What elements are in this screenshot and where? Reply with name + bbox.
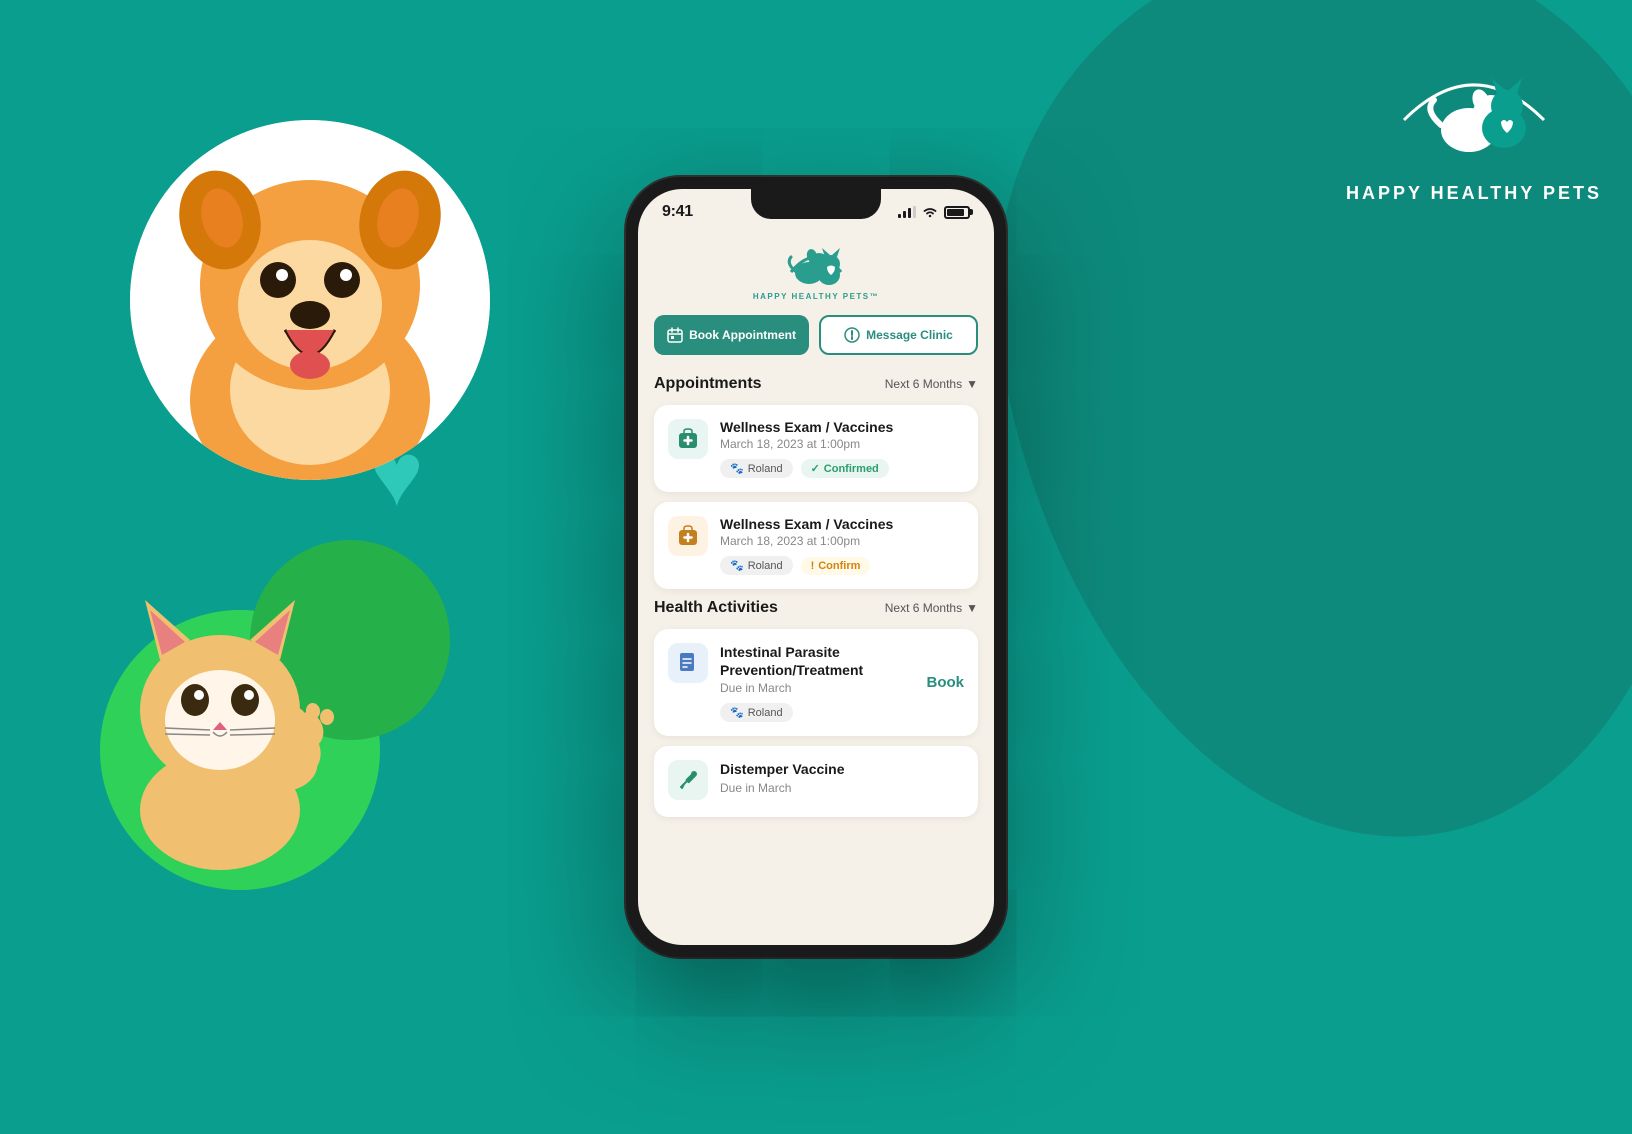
appt-datetime-2: March 18, 2023 at 1:00pm (720, 534, 964, 548)
app-logo-text: HAPPY HEALTHY PETS™ (753, 292, 879, 301)
app-logo-area: HAPPY HEALTHY PETS™ (654, 229, 978, 315)
phone-mockup: 9:41 (626, 177, 1006, 957)
health-title-1: Intestinal Parasite Prevention/Treatment (720, 643, 915, 679)
health-info-1: Intestinal Parasite Prevention/Treatment… (720, 643, 915, 722)
appt-title-2: Wellness Exam / Vaccines (720, 516, 964, 532)
brand-logo-icon (1384, 40, 1564, 170)
health-title-2: Distemper Vaccine (720, 760, 964, 778)
appointments-filter[interactable]: Next 6 Months ▼ (885, 377, 978, 391)
health-pet-tag-1: 🐾 Roland (720, 703, 793, 722)
message-clinic-label: Message Clinic (866, 328, 953, 342)
appt-title-1: Wellness Exam / Vaccines (720, 419, 964, 435)
status-icons (898, 206, 970, 219)
appt-row-2: Wellness Exam / Vaccines March 18, 2023 … (668, 516, 964, 575)
health-due-2: Due in March (720, 781, 964, 795)
calendar-icon (667, 327, 683, 343)
health-filter-chevron-icon: ▼ (966, 601, 978, 615)
book-appointment-button[interactable]: Book Appointment (654, 315, 809, 355)
dog-photo (130, 120, 490, 480)
appt-info-1: Wellness Exam / Vaccines March 18, 2023 … (720, 419, 964, 478)
paw-icon-h1: 🐾 (730, 706, 744, 719)
message-icon (844, 327, 860, 343)
brand-name-text: HAPPY HEALTHY PETS (1346, 183, 1602, 204)
appt-icon-1 (668, 419, 708, 459)
confirm-tag-2[interactable]: ! Confirm (801, 557, 871, 575)
book-appointment-label: Book Appointment (689, 328, 796, 342)
appointments-title: Appointments (654, 375, 762, 393)
filter-chevron-icon: ▼ (966, 377, 978, 391)
check-icon-1: ✓ (811, 462, 820, 475)
document-icon (677, 652, 699, 674)
phone-screen: 9:41 (638, 189, 994, 945)
syringe-icon (677, 769, 699, 791)
health-section-header: Health Activities Next 6 Months ▼ (654, 599, 978, 617)
health-tags-1: 🐾 Roland (720, 703, 915, 722)
cat-decoration (40, 530, 400, 870)
appt-icon-2 (668, 516, 708, 556)
exclaim-icon-2: ! (811, 560, 815, 572)
pet-tag-1: 🐾 Roland (720, 459, 793, 478)
paw-icon-1: 🐾 (730, 462, 744, 475)
status-time: 9:41 (662, 203, 693, 221)
paw-icon-2: 🐾 (730, 559, 744, 572)
health-card-2[interactable]: Distemper Vaccine Due in March (654, 746, 978, 816)
appt-tags-1: 🐾 Roland ✓ Confirmed (720, 459, 964, 478)
phone-frame: 9:41 (626, 177, 1006, 957)
phone-notch (751, 189, 881, 219)
health-icon-2 (668, 760, 708, 800)
health-title: Health Activities (654, 599, 778, 617)
health-row-2: Distemper Vaccine Due in March (668, 760, 964, 802)
health-info-2: Distemper Vaccine Due in March (720, 760, 964, 802)
medical-bag-icon-1 (677, 428, 699, 450)
app-content[interactable]: HAPPY HEALTHY PETS™ Book Appointment (638, 229, 994, 935)
message-clinic-button[interactable]: Message Clinic (819, 315, 978, 355)
wifi-icon (922, 206, 938, 218)
pet-tag-2: 🐾 Roland (720, 556, 793, 575)
appointment-card-2[interactable]: Wellness Exam / Vaccines March 18, 2023 … (654, 502, 978, 589)
health-row-1: Intestinal Parasite Prevention/Treatment… (668, 643, 964, 722)
medical-bag-icon-2 (677, 525, 699, 547)
health-filter-label: Next 6 Months (885, 601, 962, 615)
action-buttons: Book Appointment Message Clinic (654, 315, 978, 355)
health-card-1[interactable]: Intestinal Parasite Prevention/Treatment… (654, 629, 978, 736)
health-icon-1 (668, 643, 708, 683)
appt-datetime-1: March 18, 2023 at 1:00pm (720, 437, 964, 451)
signal-icon (898, 206, 916, 218)
appointment-card-1[interactable]: Wellness Exam / Vaccines March 18, 2023 … (654, 405, 978, 492)
battery-icon (944, 206, 970, 219)
app-logo-icon (781, 237, 851, 292)
appt-tags-2: 🐾 Roland ! Confirm (720, 556, 964, 575)
health-due-1: Due in March (720, 681, 915, 695)
appointments-filter-label: Next 6 Months (885, 377, 962, 391)
health-book-button-1[interactable]: Book (927, 674, 965, 691)
confirmed-tag-1: ✓ Confirmed (801, 459, 889, 478)
appt-info-2: Wellness Exam / Vaccines March 18, 2023 … (720, 516, 964, 575)
health-filter[interactable]: Next 6 Months ▼ (885, 601, 978, 615)
brand-logo-area: HAPPY HEALTHY PETS (1346, 40, 1602, 204)
appointments-section-header: Appointments Next 6 Months ▼ (654, 375, 978, 393)
appt-row-1: Wellness Exam / Vaccines March 18, 2023 … (668, 419, 964, 478)
